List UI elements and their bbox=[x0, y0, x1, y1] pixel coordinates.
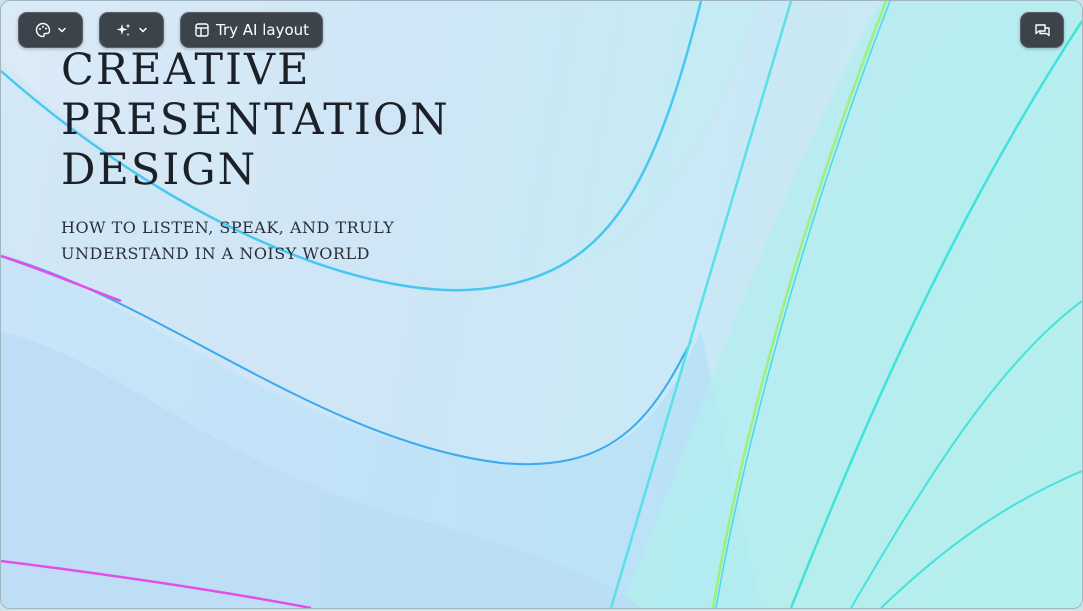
slide-title-line: CREATIVE bbox=[61, 45, 311, 95]
try-ai-layout-label: Try AI layout bbox=[215, 21, 310, 39]
slide-canvas[interactable]: CREATIVE PRESENTATION DESIGN HOW TO LIST… bbox=[0, 0, 1083, 609]
comment-icon bbox=[1034, 23, 1050, 36]
palette-icon bbox=[35, 22, 50, 38]
sparkle-icon bbox=[116, 23, 131, 36]
chevron-down-icon bbox=[57, 27, 66, 33]
theme-button[interactable] bbox=[18, 12, 83, 48]
chevron-down-icon bbox=[139, 27, 147, 33]
comments-button[interactable] bbox=[1020, 12, 1064, 48]
slide-title[interactable]: CREATIVE PRESENTATION DESIGN bbox=[61, 45, 450, 195]
slide-subtitle[interactable]: HOW TO LISTEN, SPEAK, AND TRULY UNDERSTA… bbox=[61, 215, 501, 267]
ai-assist-button[interactable] bbox=[99, 12, 164, 48]
slide-title-line: DESIGN bbox=[61, 145, 258, 195]
slide-title-line: PRESENTATION bbox=[61, 95, 450, 145]
try-ai-layout-button[interactable]: Try AI layout bbox=[180, 12, 323, 48]
layout-icon bbox=[195, 23, 209, 37]
